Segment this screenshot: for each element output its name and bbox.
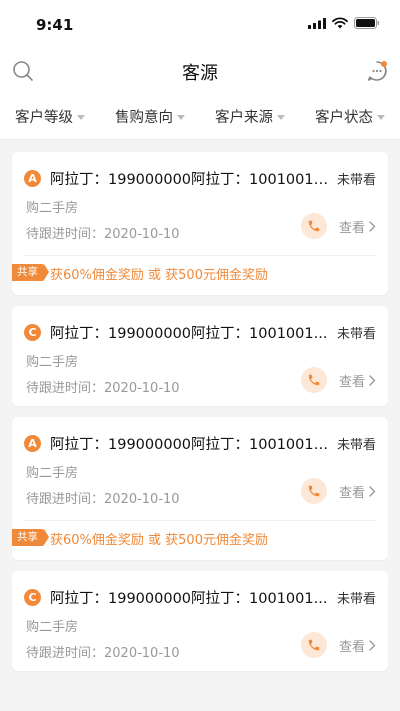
view-label: 查看: [338, 375, 365, 390]
customer-title: 阿拉丁：199000000阿拉丁：1001001...: [50, 326, 328, 342]
filter-customer-level[interactable]: 客户等级: [15, 106, 85, 127]
caret-down-icon: [177, 114, 185, 120]
customer-title: 阿拉丁：199000000阿拉丁：1001001...: [50, 591, 328, 607]
caret-down-icon: [377, 114, 385, 120]
chevron-right-icon: [369, 375, 376, 386]
status-icons: [308, 17, 380, 29]
caret-down-icon: [77, 114, 85, 120]
call-button[interactable]: [301, 632, 327, 658]
purchase-intent: 购二手房: [26, 201, 79, 216]
filter-label: 售购意向: [115, 110, 173, 126]
view-label: 查看: [338, 221, 365, 236]
status-bar: 9:41: [0, 0, 400, 48]
filter-customer-source[interactable]: 客户来源: [215, 106, 285, 127]
view-link[interactable]: 查看: [339, 482, 376, 501]
customer-title: 阿拉丁：199000000阿拉丁：10010010...: [50, 172, 335, 188]
viewing-status: 未带看: [336, 327, 376, 342]
view-label: 查看: [338, 486, 365, 501]
follow-up-time: 待跟进时间：2020-10-10: [26, 646, 180, 661]
caret-down-icon: [277, 114, 285, 120]
purchase-intent: 购二手房: [26, 620, 79, 635]
nav-bar: 客源: [0, 48, 400, 94]
phone-icon: [308, 220, 320, 232]
customer-card[interactable]: A 阿拉丁：199000000阿拉丁：10010010... 未带看 购二手房 …: [12, 152, 388, 295]
reward-text: 获60%佣金奖励 或 获500元佣金奖励: [50, 268, 268, 283]
viewing-status: 未带看: [336, 173, 376, 188]
page-title: 客源: [182, 63, 218, 84]
cellular-signal-icon: [308, 17, 326, 29]
divider: [24, 255, 376, 256]
customer-card[interactable]: A 阿拉丁：199000000阿拉丁：10010010... 未带看 购二手房 …: [12, 417, 388, 560]
share-badge: 共享: [12, 529, 49, 546]
view-link[interactable]: 查看: [339, 636, 376, 655]
filter-customer-status[interactable]: 客户状态: [315, 106, 385, 127]
filter-bar: 客户等级 售购意向 客户来源 客户状态: [0, 94, 400, 140]
divider: [24, 520, 376, 521]
customer-list: A 阿拉丁：199000000阿拉丁：10010010... 未带看 购二手房 …: [12, 152, 388, 682]
grade-badge: C: [24, 589, 41, 606]
follow-up-time: 待跟进时间：2020-10-10: [26, 227, 180, 242]
phone-icon: [308, 485, 320, 497]
phone-icon: [308, 639, 320, 651]
view-link[interactable]: 查看: [339, 217, 376, 236]
battery-icon: [354, 17, 380, 29]
view-label: 查看: [338, 640, 365, 655]
viewing-status: 未带看: [336, 438, 376, 453]
view-link[interactable]: 查看: [339, 371, 376, 390]
call-button[interactable]: [301, 478, 327, 504]
share-badge: 共享: [12, 264, 49, 281]
customer-card[interactable]: C 阿拉丁：199000000阿拉丁：1001001... 未带看 购二手房 待…: [12, 571, 388, 671]
status-time: 9:41: [36, 16, 74, 34]
wifi-icon: [332, 17, 348, 29]
purchase-intent: 购二手房: [26, 355, 79, 370]
purchase-intent: 购二手房: [26, 466, 79, 481]
grade-badge: C: [24, 324, 41, 341]
filter-label: 客户状态: [315, 110, 373, 126]
phone-icon: [308, 374, 320, 386]
message-icon: [367, 61, 387, 81]
customer-title: 阿拉丁：199000000阿拉丁：10010010...: [50, 437, 335, 453]
customer-card[interactable]: C 阿拉丁：199000000阿拉丁：1001001... 未带看 购二手房 待…: [12, 306, 388, 406]
filter-label: 客户来源: [215, 110, 273, 126]
viewing-status: 未带看: [336, 592, 376, 607]
call-button[interactable]: [301, 367, 327, 393]
follow-up-time: 待跟进时间：2020-10-10: [26, 381, 180, 396]
chevron-right-icon: [369, 640, 376, 651]
filter-purchase-intent[interactable]: 售购意向: [115, 106, 185, 127]
message-button[interactable]: [366, 60, 388, 82]
follow-up-time: 待跟进时间：2020-10-10: [26, 492, 180, 507]
chevron-right-icon: [369, 486, 376, 497]
reward-text: 获60%佣金奖励 或 获500元佣金奖励: [50, 533, 268, 548]
grade-badge: A: [24, 170, 41, 187]
grade-badge: A: [24, 435, 41, 452]
filter-label: 客户等级: [15, 110, 73, 126]
call-button[interactable]: [301, 213, 327, 239]
chevron-right-icon: [369, 221, 376, 232]
